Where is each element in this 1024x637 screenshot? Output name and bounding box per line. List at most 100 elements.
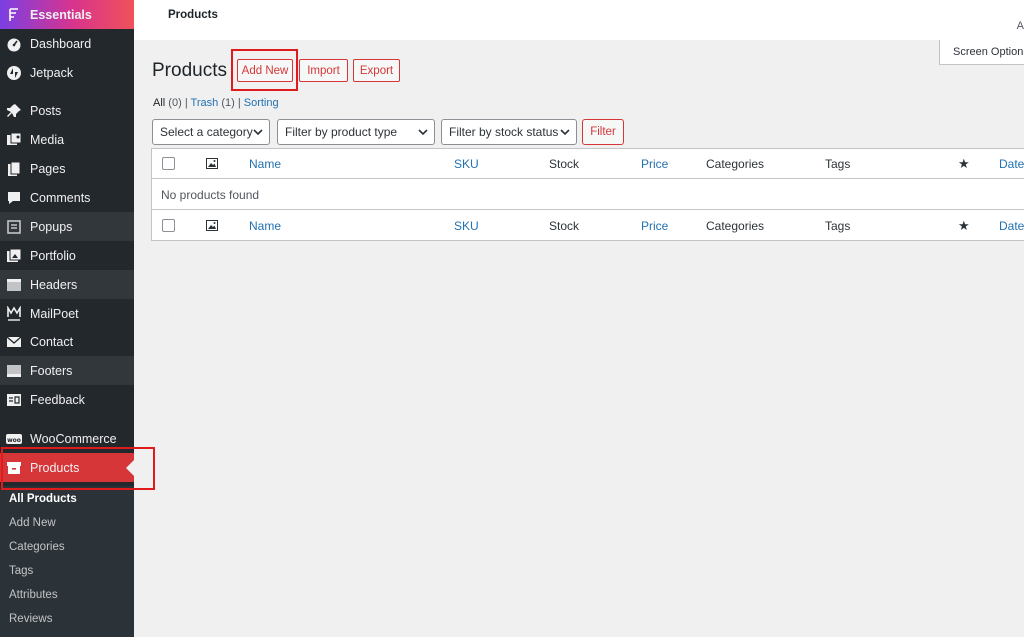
media-icon (6, 132, 22, 148)
select-all-checkbox[interactable] (162, 157, 175, 170)
submenu-add-new[interactable]: Add New (0, 511, 134, 535)
column-tags: Tags (825, 156, 851, 171)
submenu-tags[interactable]: Tags (0, 559, 134, 583)
column-sku[interactable]: SKU (454, 210, 479, 241)
column-price[interactable]: Price (641, 149, 668, 178)
column-name[interactable]: Name (249, 210, 281, 241)
import-button[interactable]: Import (299, 59, 348, 82)
products-icon (6, 460, 22, 476)
sidebar-item-popups[interactable]: Popups (0, 212, 134, 241)
sidebar-item-label: Feedback (30, 392, 85, 407)
add-new-button[interactable]: Add New (237, 59, 293, 82)
current-menu-caret (126, 460, 134, 476)
stock-status-select[interactable]: Filter by stock status (441, 119, 577, 145)
view-all-count: (0) (168, 97, 182, 109)
column-stock: Stock (549, 156, 580, 171)
pages-icon (6, 161, 22, 177)
sidebar-item-portfolio[interactable]: Portfolio (0, 241, 134, 270)
comments-icon (6, 190, 22, 206)
sidebar-item-media[interactable]: Media (0, 125, 134, 154)
dashboard-icon (6, 36, 22, 52)
mailpoet-icon (6, 305, 22, 322)
featured-star-icon[interactable]: ★ (958, 149, 970, 178)
column-sku[interactable]: SKU (454, 149, 479, 178)
sidebar-item-footers[interactable]: Footers (0, 356, 134, 385)
column-name[interactable]: Name (249, 149, 281, 178)
stock-status-select-value: Filter by stock status (449, 125, 559, 139)
sidebar-item-posts[interactable]: Posts (0, 96, 134, 125)
submenu-reviews[interactable]: Reviews (0, 607, 134, 631)
category-select[interactable]: Select a category (152, 119, 270, 145)
product-type-select-value: Filter by product type (285, 125, 398, 139)
view-trash[interactable]: Trash (191, 97, 219, 109)
admin-sidebar: Essentials Dashboard Jetpack Posts Media… (0, 0, 134, 637)
image-icon (206, 158, 218, 169)
sidebar-item-label: Dashboard (30, 36, 92, 51)
sidebar-item-headers[interactable]: Headers (0, 270, 134, 299)
page-title: Products (152, 60, 227, 81)
sidebar-item-label: WooCommerce (30, 431, 117, 446)
jetpack-icon (6, 65, 22, 81)
sidebar-item-woocommerce[interactable]: woo WooCommerce (0, 424, 134, 453)
view-separator: | (237, 97, 241, 109)
column-categories: Categories (706, 156, 765, 171)
submenu-attributes[interactable]: Attributes (0, 583, 134, 607)
envelope-icon (6, 334, 22, 350)
submenu-categories[interactable]: Categories (0, 535, 134, 559)
sidebar-item-essentials[interactable]: Essentials (0, 0, 134, 29)
table-footer-row: Name SKU Stock Price Categories Tags ★ D… (152, 210, 1024, 241)
column-categories: Categories (706, 218, 765, 233)
sidebar-item-pages[interactable]: Pages (0, 154, 134, 183)
sidebar-item-label: Posts (30, 103, 62, 118)
column-stock: Stock (549, 218, 580, 233)
view-all[interactable]: All (153, 97, 165, 109)
column-price[interactable]: Price (641, 210, 668, 241)
sidebar-item-label: Headers (30, 277, 78, 292)
sidebar-item-products[interactable]: Products (0, 453, 134, 482)
submenu-all-products[interactable]: All Products (0, 487, 134, 511)
no-products-message: No products found (161, 188, 260, 202)
svg-text:woo: woo (7, 437, 21, 444)
sidebar-item-label: Essentials (30, 7, 92, 22)
filter-button[interactable]: Filter (582, 119, 624, 145)
sidebar-item-label: Comments (30, 190, 91, 205)
sidebar-item-label: Pages (30, 161, 66, 176)
chevron-down-icon (418, 129, 428, 136)
export-button[interactable]: Export (353, 59, 400, 82)
empty-row: No products found (152, 179, 1024, 210)
column-tags: Tags (825, 218, 851, 233)
portfolio-icon (6, 248, 22, 264)
sidebar-item-dashboard[interactable]: Dashboard (0, 29, 134, 58)
sidebar-item-jetpack[interactable]: Jetpack (0, 58, 134, 87)
image-icon (206, 220, 218, 231)
sidebar-item-contact[interactable]: Contact (0, 327, 134, 356)
sidebar-item-label: Contact (30, 334, 74, 349)
table-header-row: Name SKU Stock Price Categories Tags ★ D… (152, 149, 1024, 179)
view-separator: | (184, 97, 188, 109)
popups-icon (6, 219, 22, 235)
pin-icon (6, 103, 22, 119)
screen-options-button[interactable]: Screen Options (939, 40, 1024, 65)
view-trash-count: (1) (221, 97, 235, 109)
products-table: Name SKU Stock Price Categories Tags ★ D… (151, 148, 1024, 241)
featured-star-icon[interactable]: ★ (958, 210, 970, 241)
essentials-icon (6, 7, 22, 23)
column-date[interactable]: Date (999, 210, 1024, 241)
status-views: All (0) | Trash (1) | Sorting (153, 97, 279, 109)
product-type-select[interactable]: Filter by product type (277, 119, 435, 145)
select-all-checkbox[interactable] (162, 219, 175, 232)
column-date[interactable]: Date (999, 149, 1024, 178)
view-sorting[interactable]: Sorting (244, 97, 279, 109)
sidebar-item-label: Media (30, 132, 65, 147)
sidebar-item-feedback[interactable]: Feedback (0, 385, 134, 414)
sidebar-item-label: Footers (30, 363, 73, 378)
chevron-down-icon (253, 129, 263, 136)
sidebar-item-comments[interactable]: Comments (0, 183, 134, 212)
sidebar-item-mailpoet[interactable]: MailPoet (0, 299, 134, 328)
footers-icon (6, 363, 22, 379)
category-select-value: Select a category (160, 125, 253, 139)
header-page-title: Products (168, 9, 218, 21)
chevron-down-icon (560, 129, 570, 136)
sidebar-item-label: Products (30, 460, 80, 475)
woo-icon: woo (6, 431, 22, 447)
